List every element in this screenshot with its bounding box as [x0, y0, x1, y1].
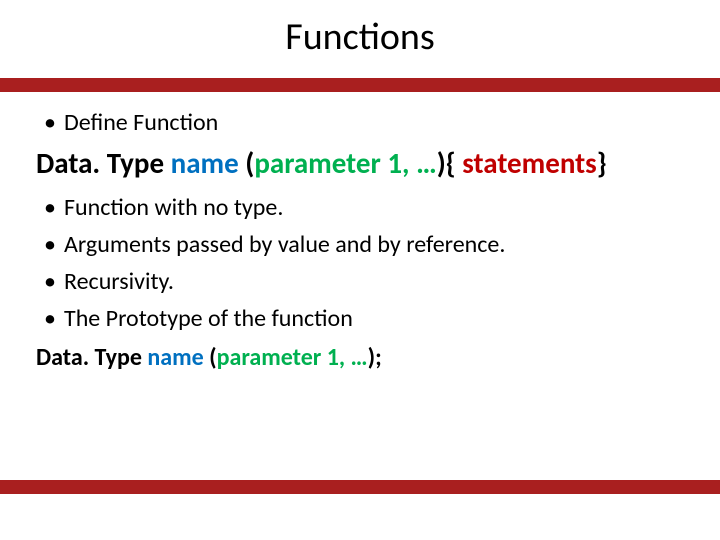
content-area: • Define Function Data. Type name (param… [0, 92, 720, 374]
syntax-param: parameter 1, … [254, 145, 436, 181]
slide-title: Functions [0, 0, 720, 78]
bullet-text: Arguments passed by value and by referen… [64, 230, 505, 259]
bullet-item: • The Prototype of the function [36, 304, 684, 333]
syntax-name: name [142, 343, 209, 372]
syntax-datatype: Data. Type [36, 145, 164, 181]
top-bar [0, 78, 720, 92]
syntax-statements: statements [456, 145, 597, 181]
bullet-item: • Arguments passed by value and by refer… [36, 230, 684, 259]
bottom-bar-wrapper [0, 480, 720, 494]
syntax-paren-close: ) [437, 145, 446, 181]
bullet-dot-icon: • [36, 267, 64, 296]
bullet-text: Function with no type. [64, 193, 283, 222]
bullet-dot-icon: • [36, 230, 64, 259]
syntax-param: parameter 1, … [217, 343, 368, 372]
bullet-item: • Function with no type. [36, 193, 684, 222]
bullet-item: • Define Function [36, 108, 684, 137]
bullet-dot-icon: • [36, 193, 64, 222]
syntax-paren-open: ( [209, 343, 216, 372]
syntax-datatype: Data. Type [36, 343, 142, 372]
bullet-text: Recursivity. [64, 267, 174, 296]
syntax-name: name [164, 145, 245, 181]
bullet-text: Define Function [64, 108, 218, 137]
syntax-brace-open: { [446, 145, 456, 181]
bullet-item: • Recursivity. [36, 267, 684, 296]
slide: Functions • Define Function Data. Type n… [0, 0, 720, 540]
bullet-text: The Prototype of the function [64, 304, 353, 333]
syntax-brace-close: } [597, 145, 607, 181]
bullet-dot-icon: • [36, 304, 64, 333]
syntax-paren-close-semi: ); [368, 343, 382, 372]
syntax-definition: Data. Type name (parameter 1, …){ statem… [36, 145, 684, 183]
bottom-bar [0, 480, 720, 494]
bullet-dot-icon: • [36, 108, 64, 137]
syntax-prototype: Data. Type name (parameter 1, …); [36, 341, 684, 375]
syntax-paren-open: ( [245, 145, 254, 181]
